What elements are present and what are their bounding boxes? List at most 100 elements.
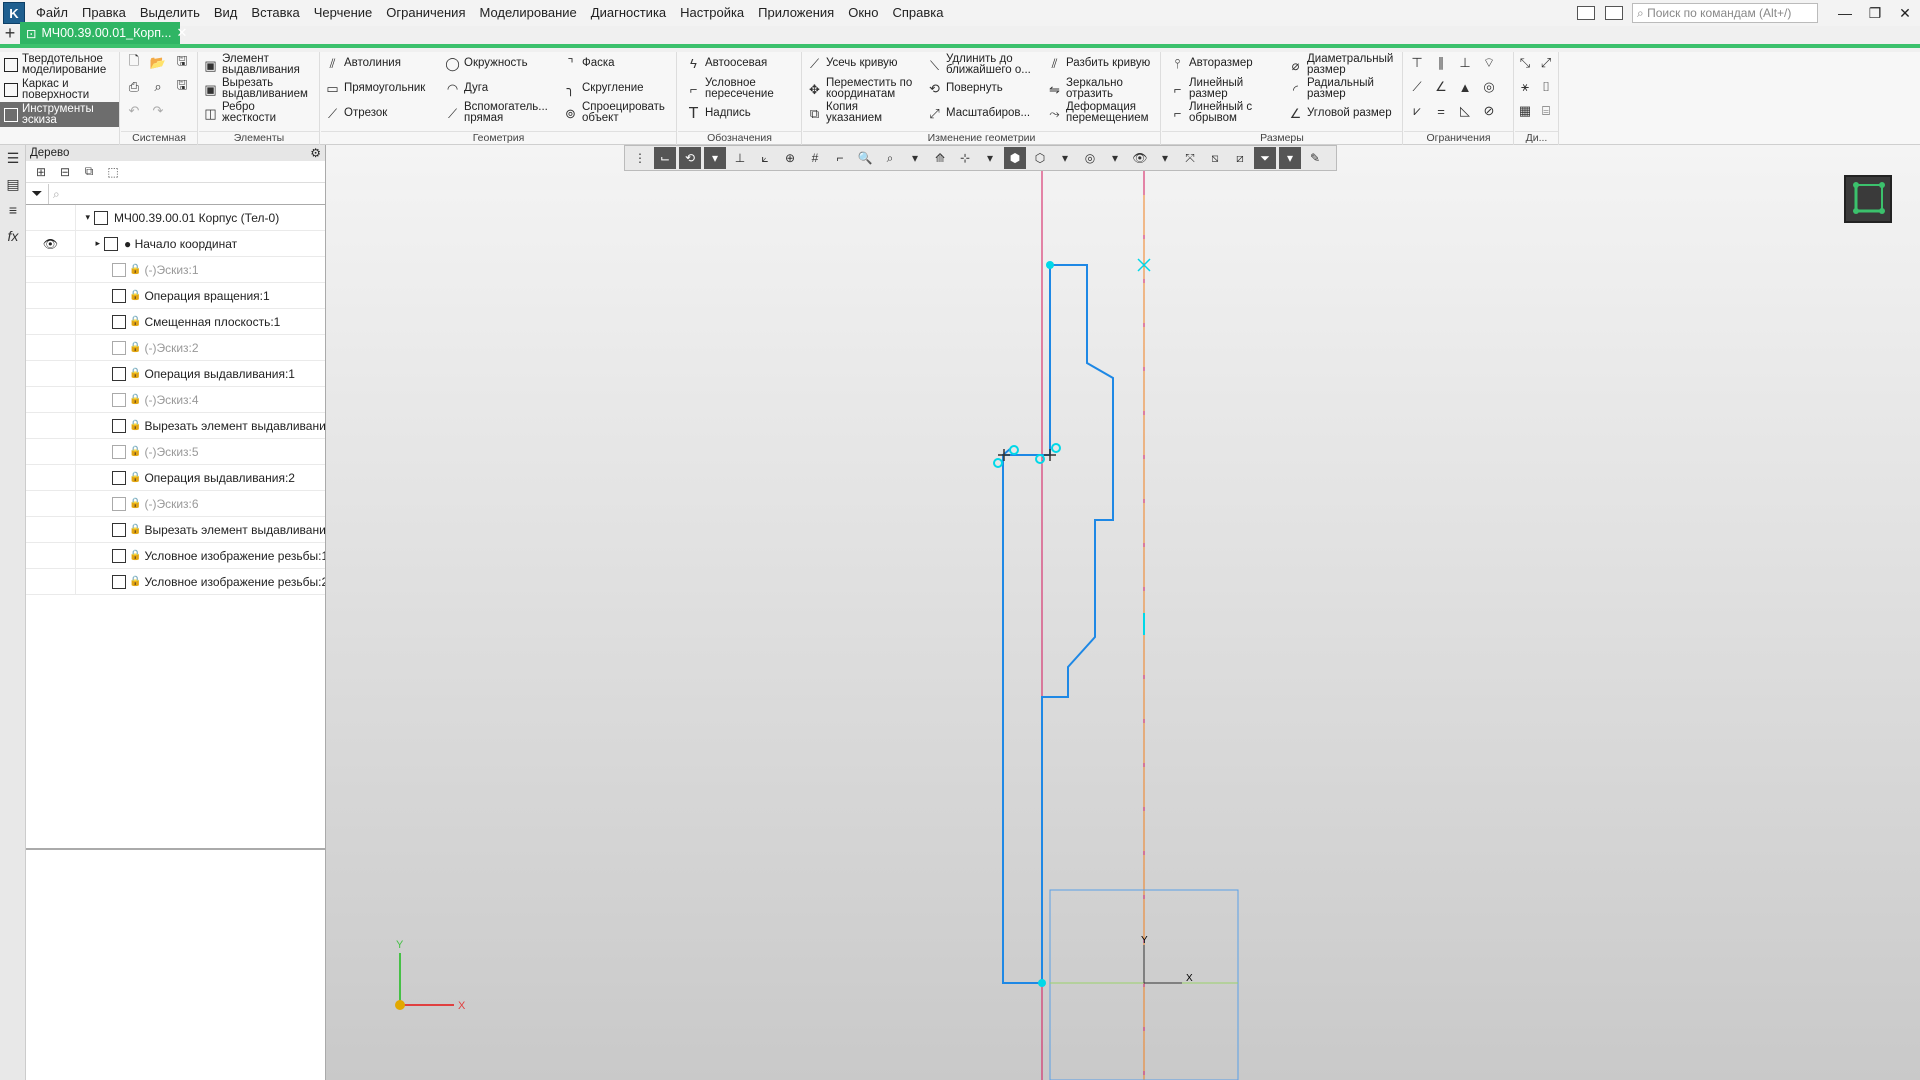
close-icon[interactable]: ✕: [1890, 5, 1920, 22]
auto-axis-button[interactable]: ϟ Автоосевая: [686, 56, 767, 71]
collinear-icon[interactable]: ⟋: [1408, 78, 1426, 96]
model-canvas[interactable]: ⋮ ⌙ ⟲ ▾ ⊥ ⟀ ⊕ # ⌐ 🔍 ⌕ ▾ ⟰ ⊹ ▾ ⬢ ⬡ ▾ ◎ ▾ …: [326, 145, 1920, 1080]
tree-row[interactable]: 🔒 Операция выдавливания:2: [26, 465, 325, 491]
gear-icon[interactable]: ⚙: [310, 145, 321, 161]
linear-dim-button[interactable]: ⌐ Линейный размер: [1170, 77, 1270, 100]
restore-icon[interactable]: ❐: [1860, 5, 1890, 22]
equal-icon[interactable]: =: [1432, 102, 1450, 120]
new-file-icon[interactable]: 🗋: [125, 53, 143, 72]
visibility-cell[interactable]: [26, 387, 76, 412]
fix-angle-icon[interactable]: ◺: [1456, 102, 1474, 120]
visibility-cell[interactable]: [26, 543, 76, 568]
sketch-point[interactable]: [1009, 445, 1019, 455]
undo-icon[interactable]: ↶: [125, 102, 143, 120]
visibility-cell[interactable]: [26, 465, 76, 490]
arc-button[interactable]: ◠ Дуга: [445, 81, 488, 96]
project-button[interactable]: ⊚ Спроецировать объект: [563, 101, 673, 124]
visibility-cell[interactable]: [26, 439, 76, 464]
fix-icon[interactable]: ⊘: [1480, 102, 1498, 120]
extrude-button[interactable]: ▣ Элемент выдавливания: [203, 53, 319, 76]
diag-icon-3[interactable]: ⚹: [1516, 78, 1534, 96]
vertical-icon[interactable]: ⩗: [1408, 102, 1426, 120]
layout-icon[interactable]: [1577, 6, 1595, 20]
tree-row[interactable]: 🔒 Условное изображение резьбы:2: [26, 569, 325, 595]
tree-order-icon[interactable]: ⊟: [56, 163, 74, 181]
diameter-dim-button[interactable]: ⌀ Диаметральный размер: [1288, 53, 1402, 76]
autodim-button[interactable]: ⫯ Авторазмер: [1170, 56, 1253, 71]
extend-button[interactable]: ⟍ Удлинить до ближайшего о...: [927, 53, 1045, 76]
rotate-button[interactable]: ⟲ Повернуть: [927, 81, 1003, 96]
deform-button[interactable]: ⤳ Деформация перемещением: [1047, 101, 1159, 124]
save-icon[interactable]: 🖫: [173, 53, 191, 72]
menu-constraints[interactable]: Ограничения: [379, 0, 472, 26]
sketch-point[interactable]: [1051, 443, 1061, 453]
sketch-point[interactable]: [993, 458, 1003, 468]
tree-row[interactable]: 👁 ▸ ● Начало координат: [26, 231, 325, 257]
menu-view[interactable]: Вид: [207, 0, 245, 26]
command-search-input[interactable]: ⌕ Поиск по командам (Alt+/): [1632, 3, 1818, 23]
angular-dim-button[interactable]: ∠ Угловой размер: [1288, 106, 1392, 121]
tree-row[interactable]: 🔒 (-)Эскиз:1: [26, 257, 325, 283]
tree-structure-icon[interactable]: ⊞: [32, 163, 50, 181]
filter-icon[interactable]: ⏷: [26, 185, 48, 202]
linear-break-button[interactable]: ⌐ Линейный с обрывом: [1170, 101, 1270, 124]
print-icon[interactable]: ⎙: [125, 78, 143, 96]
tree-row[interactable]: 🔒 Условное изображение резьбы:1: [26, 543, 325, 569]
menu-drawing[interactable]: Черчение: [307, 0, 380, 26]
scale-button[interactable]: ⤢ Масштабиров...: [927, 106, 1030, 121]
redo-icon[interactable]: ↷: [149, 102, 167, 120]
autoline-button[interactable]: ⫽ Автолиния: [325, 56, 401, 71]
minimize-icon[interactable]: —: [1830, 5, 1860, 21]
diag-icon-1[interactable]: ⤡: [1516, 54, 1534, 72]
diag-icon-5[interactable]: ▦: [1516, 102, 1534, 120]
sketch-point[interactable]: [1038, 979, 1046, 987]
menu-insert[interactable]: Вставка: [244, 0, 306, 26]
variables-icon[interactable]: fx: [0, 223, 26, 249]
menu-modeling[interactable]: Моделирование: [473, 0, 584, 26]
tree-relations-icon[interactable]: ⧉: [80, 163, 98, 181]
fillet-button[interactable]: ╮ Скругление: [563, 81, 644, 96]
screenshot-icon[interactable]: [1605, 6, 1623, 20]
visibility-cell[interactable]: [26, 283, 76, 308]
visibility-cell[interactable]: 👁: [26, 231, 76, 256]
concentric-icon[interactable]: ◎: [1480, 78, 1498, 96]
visibility-cell[interactable]: [26, 361, 76, 386]
visibility-cell[interactable]: [26, 257, 76, 282]
copy-button[interactable]: ⧉ Копия указанием: [807, 101, 907, 124]
trim-button[interactable]: ⟋ Усечь кривую: [807, 56, 898, 71]
layers-icon[interactable]: ≡: [0, 197, 26, 223]
tree-row[interactable]: 🔒 Операция выдавливания:1: [26, 361, 325, 387]
circle-button[interactable]: ◯ Окружность: [445, 56, 527, 71]
chamfer-button[interactable]: ⌝ Фаска: [563, 56, 614, 71]
mode-sketch[interactable]: Инструменты эскиза: [0, 102, 119, 127]
diag-icon-2[interactable]: ⤢: [1537, 54, 1555, 72]
segment-button[interactable]: ⟋ Отрезок: [325, 106, 387, 121]
tree-row[interactable]: 🔒 (-)Эскиз:4: [26, 387, 325, 413]
tangent-icon[interactable]: ⌔: [1480, 54, 1498, 72]
tree-row[interactable]: 🔒 (-)Эскиз:6: [26, 491, 325, 517]
menu-diagnostics[interactable]: Диагностика: [584, 0, 673, 26]
aux-line-button[interactable]: ⟋ Вспомогатель... прямая: [445, 101, 557, 124]
cut-extrude-button[interactable]: ▣ Вырезать выдавливанием: [203, 77, 315, 100]
tree-row[interactable]: 🔒 Операция вращения:1: [26, 283, 325, 309]
mode-solid[interactable]: Твердотельное моделирование: [0, 52, 119, 77]
parallel-icon[interactable]: ∥: [1432, 54, 1450, 72]
diag-icon-4[interactable]: ⌷: [1537, 78, 1555, 96]
tree-search-input[interactable]: ⌕: [48, 183, 325, 204]
cond-intersection-button[interactable]: ⌐ Условное пересечение: [686, 77, 798, 100]
sketch-profile[interactable]: [1002, 264, 1114, 984]
rib-button[interactable]: ◫ Ребро жесткости: [203, 101, 303, 124]
perpendicular-icon[interactable]: ⊥: [1456, 54, 1474, 72]
tree-row[interactable]: 🔒 (-)Эскиз:2: [26, 335, 325, 361]
menu-window[interactable]: Окно: [841, 0, 885, 26]
visibility-cell[interactable]: [26, 491, 76, 516]
menu-apps[interactable]: Приложения: [751, 0, 841, 26]
tree-row[interactable]: 🔒 Вырезать элемент выдавливания: [26, 413, 325, 439]
sketch-point[interactable]: [1035, 454, 1045, 464]
visibility-cell[interactable]: [26, 309, 76, 334]
tree-panel-icon[interactable]: ☰: [0, 145, 26, 171]
move-coords-button[interactable]: ✥ Переместить по координатам: [807, 77, 925, 100]
properties-icon[interactable]: ▤: [0, 171, 26, 197]
app-logo-icon[interactable]: K: [3, 2, 25, 24]
sketch-point[interactable]: [1046, 261, 1054, 269]
